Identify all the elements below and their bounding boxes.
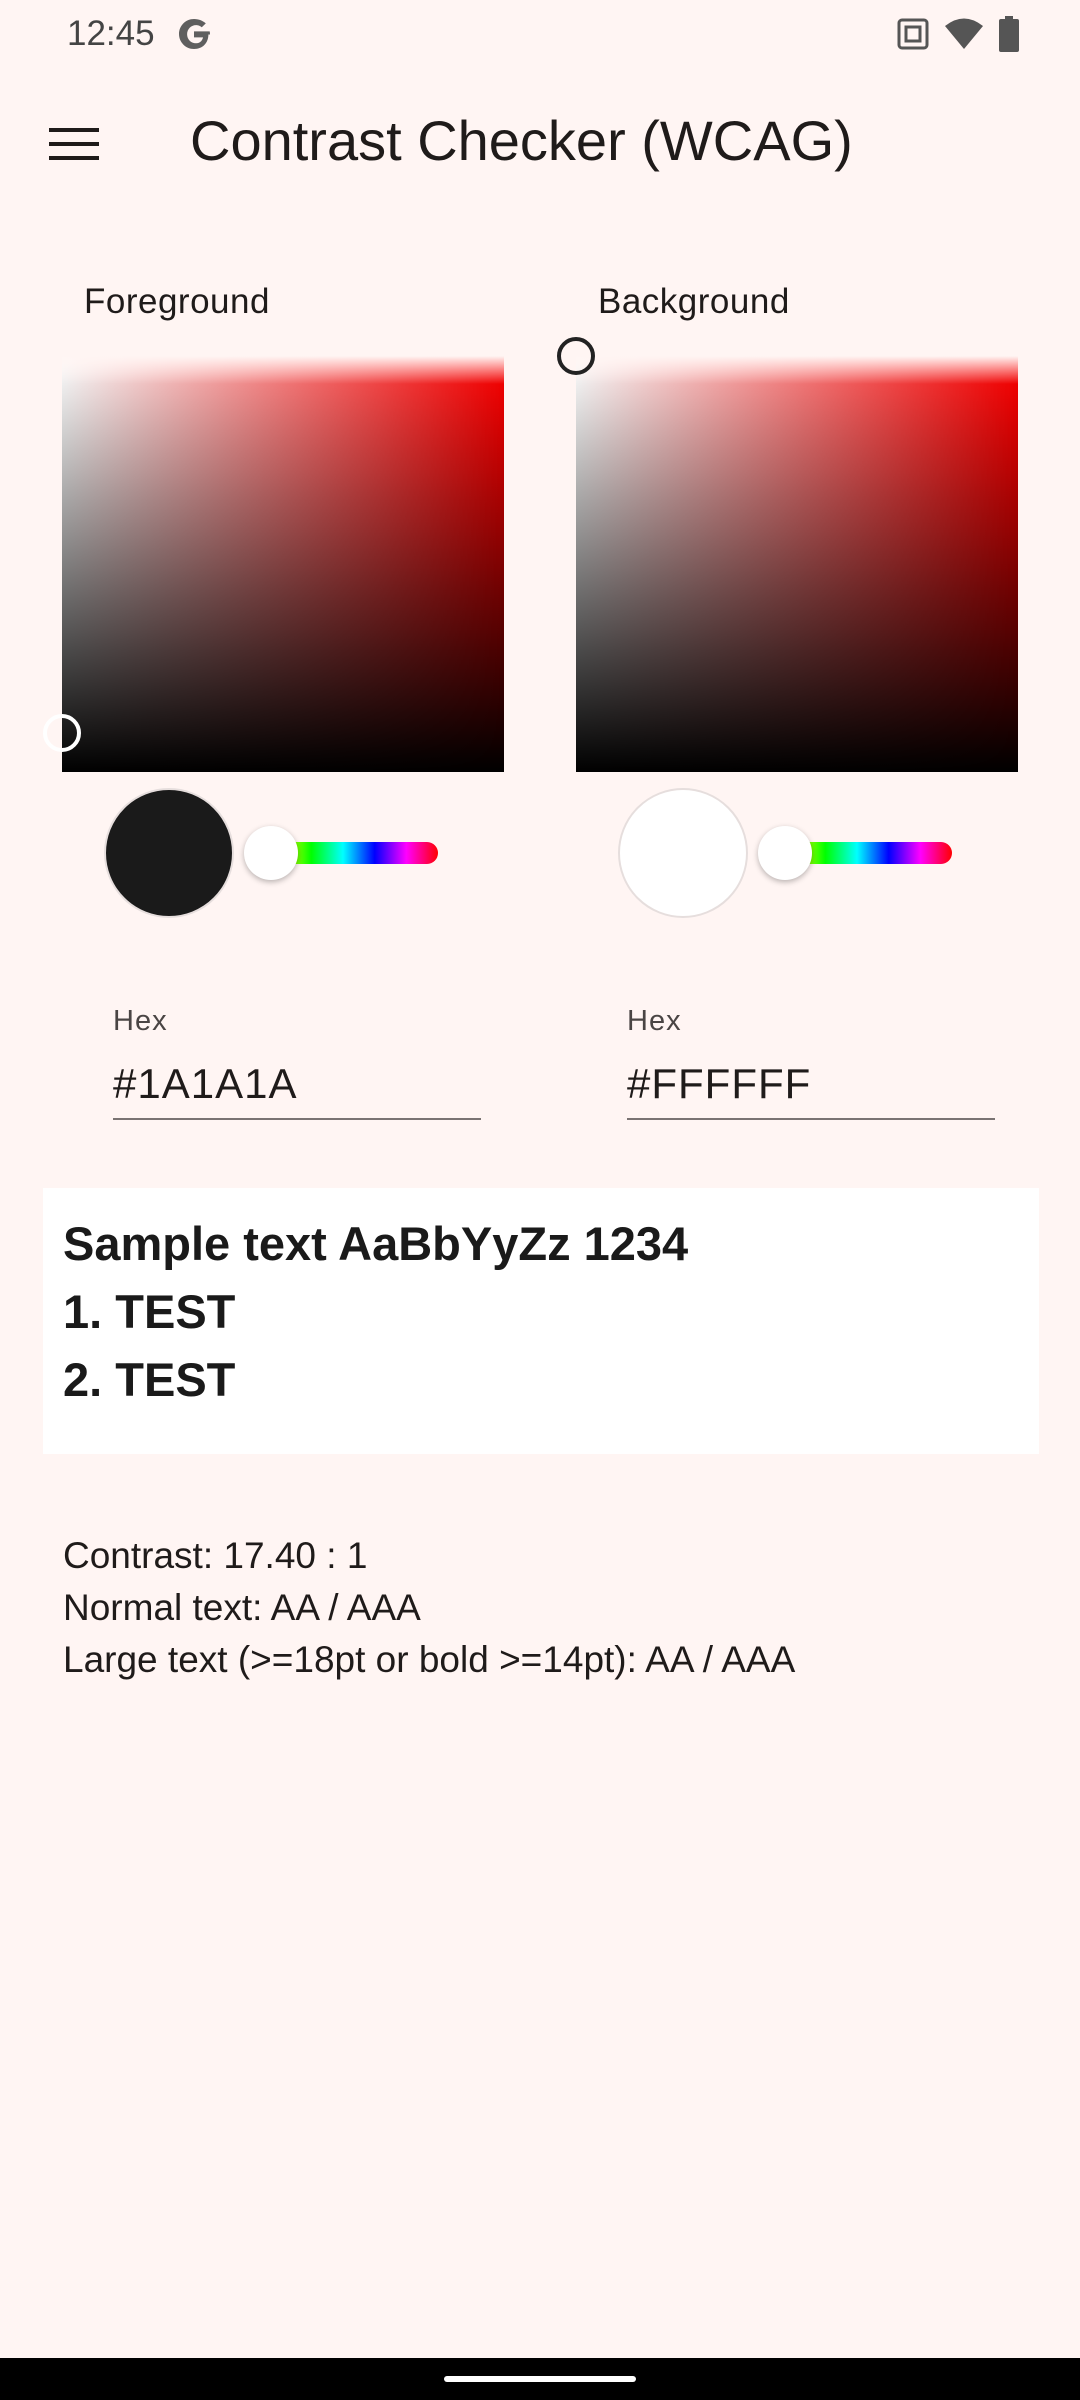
- battery-icon: [999, 16, 1019, 52]
- background-hex-input[interactable]: [627, 1050, 995, 1120]
- background-sv-thumb[interactable]: [557, 337, 595, 375]
- foreground-sv-thumb[interactable]: [43, 714, 81, 752]
- background-color-swatch: [618, 788, 748, 918]
- foreground-label: Foreground: [84, 282, 270, 321]
- status-bar: 12:45: [0, 0, 1080, 72]
- menu-button[interactable]: [42, 112, 106, 176]
- foreground-hex-input[interactable]: [113, 1050, 481, 1120]
- page-title: Contrast Checker (WCAG): [190, 109, 853, 172]
- wifi-icon: [945, 18, 983, 49]
- status-icons: [896, 16, 1020, 52]
- contrast-results: Contrast: 17.40 : 1 Normal text: AA / AA…: [63, 1530, 795, 1686]
- background-label: Background: [598, 282, 790, 321]
- sample-preview: Sample text AaBbYyZz 1234 1. TEST 2. TES…: [43, 1188, 1039, 1454]
- normal-text-rating: Normal text: AA / AAA: [63, 1587, 421, 1628]
- foreground-color-swatch: [104, 788, 234, 918]
- large-text-rating: Large text (>=18pt or bold >=14pt): AA /…: [63, 1639, 796, 1680]
- sample-text: Sample text AaBbYyZz 1234: [63, 1217, 689, 1270]
- background-hue-thumb[interactable]: [758, 826, 812, 880]
- foreground-saturation-value-area[interactable]: [43, 356, 504, 772]
- google-icon: [179, 19, 210, 49]
- sample-list-item: 1. TEST: [63, 1285, 236, 1338]
- status-time: 12:45: [67, 14, 155, 53]
- background-hex-label: Hex: [627, 1005, 682, 1037]
- sample-list-item: 2. TEST: [63, 1353, 236, 1406]
- foreground-hue-thumb[interactable]: [244, 826, 298, 880]
- screen: 12:45 Contrast Checker (WCAG) Foreground…: [0, 0, 1080, 2400]
- foreground-hex-label: Hex: [113, 1005, 168, 1037]
- home-gesture-handle[interactable]: [444, 2376, 636, 2382]
- menu-icon: [49, 128, 99, 160]
- background-saturation-value-area[interactable]: [557, 337, 1018, 772]
- nfc-icon: [897, 18, 929, 50]
- navigation-bar: [0, 2358, 1080, 2400]
- contrast-ratio: Contrast: 17.40 : 1: [63, 1535, 368, 1576]
